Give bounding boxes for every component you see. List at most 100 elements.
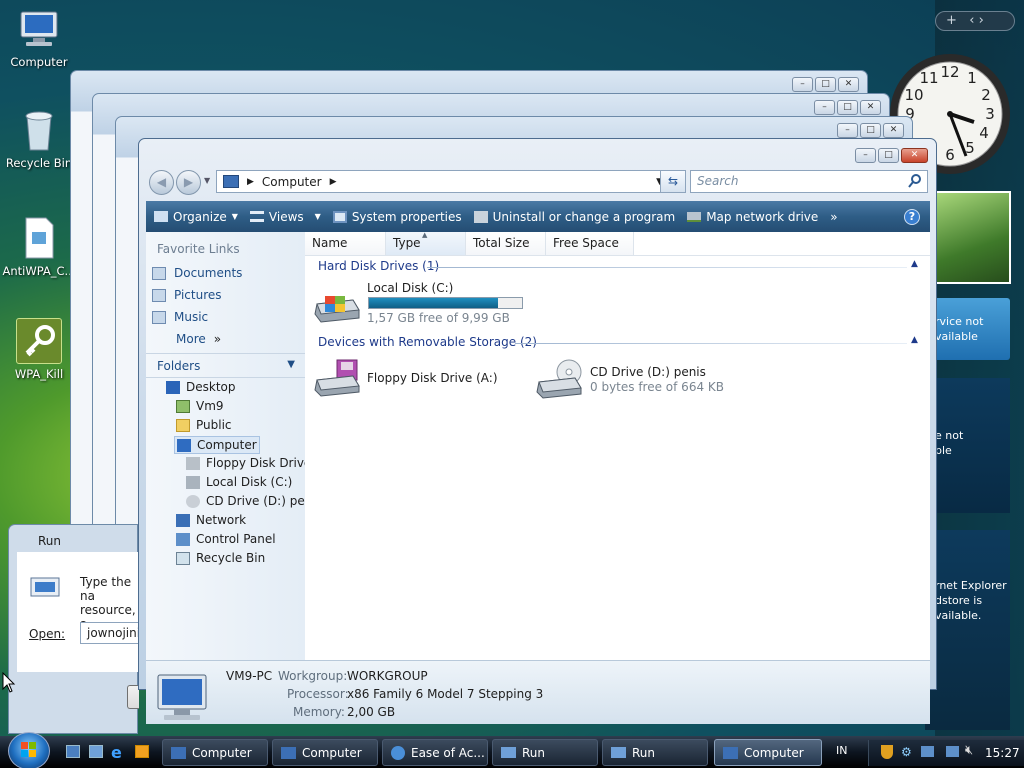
tree-item-recycle-bin[interactable]: Recycle Bin: [176, 551, 265, 565]
network-status-icon[interactable]: [946, 746, 959, 757]
hard-disk-drive-icon: [314, 296, 360, 323]
drive-local-disk-c[interactable]: Local Disk (C:) 1,57 GB free of 9,99 GB: [313, 281, 543, 328]
collapse-group-icon[interactable]: ▲: [911, 259, 918, 269]
quicklaunch-show-desktop[interactable]: [66, 745, 80, 758]
favorite-link-pictures[interactable]: Pictures: [152, 288, 222, 302]
close-icon[interactable]: ✕: [838, 77, 859, 92]
drive-name: Floppy Disk Drive (A:): [367, 371, 498, 385]
taskbar-button-run[interactable]: Run: [602, 739, 708, 766]
maximize-icon[interactable]: □: [878, 148, 899, 163]
views-button[interactable]: Views ▼: [244, 201, 327, 232]
minimize-icon[interactable]: –: [837, 123, 858, 138]
network-tray-icon[interactable]: ⚙: [901, 745, 912, 759]
breadcrumb-computer[interactable]: Computer: [262, 175, 322, 189]
search-input[interactable]: Search: [690, 170, 928, 193]
folders-header[interactable]: Folders ▼: [146, 353, 305, 378]
close-icon[interactable]: ✕: [883, 123, 904, 138]
map-drive-label: Map network drive: [706, 209, 819, 224]
gadget-text: dstore is: [935, 594, 983, 607]
clock[interactable]: 15:27: [985, 746, 1020, 760]
tree-item-label: Network: [196, 513, 247, 527]
toolbar-overflow-button[interactable]: »: [824, 201, 843, 232]
breadcrumb-separator-icon[interactable]: ▶: [330, 177, 337, 187]
minimize-icon[interactable]: –: [855, 148, 876, 163]
quicklaunch-media-player[interactable]: [135, 745, 149, 758]
taskbar-button-computer[interactable]: Computer: [272, 739, 378, 766]
uninstall-program-button[interactable]: Uninstall or change a program: [468, 201, 682, 232]
drive-cd-d[interactable]: CD Drive (D:) penis 0 bytes free of 664 …: [535, 358, 765, 402]
computer-icon: [16, 6, 62, 52]
close-icon[interactable]: ✕: [901, 148, 928, 163]
quicklaunch-switch-windows[interactable]: [89, 745, 103, 758]
more-links-button[interactable]: More »: [176, 332, 221, 346]
taskbar-button-computer-active[interactable]: Computer: [714, 739, 822, 766]
taskbar-button-ease-of-access[interactable]: Ease of Ac...: [382, 739, 488, 766]
minimize-icon[interactable]: –: [814, 100, 835, 115]
recent-pages-chevron-icon[interactable]: ▼: [204, 176, 210, 185]
sort-arrow-icon: ▲: [422, 231, 428, 239]
photo-gadget[interactable]: [935, 191, 1011, 284]
desktop-icon-wpa-kill[interactable]: WPA_Kill: [1, 318, 77, 381]
forward-button[interactable]: ▶: [176, 170, 201, 195]
tree-item-local-disk[interactable]: Local Disk (C:): [186, 475, 292, 489]
tree-item-desktop[interactable]: Desktop: [166, 380, 236, 394]
maximize-icon[interactable]: □: [837, 100, 858, 115]
run-dialog[interactable]: Run Type the naresource, a Open: jownoji…: [8, 524, 139, 734]
tree-item-cd-drive[interactable]: CD Drive (D:) peni: [186, 494, 316, 508]
breadcrumb-separator-icon[interactable]: ▶: [247, 177, 254, 187]
taskbar-button-run[interactable]: Run: [492, 739, 598, 766]
user-folder-icon: [176, 399, 190, 413]
tree-item-network[interactable]: Network: [176, 513, 246, 527]
collapse-group-icon[interactable]: ▲: [911, 335, 918, 345]
refresh-button[interactable]: ⇆: [660, 170, 686, 193]
tree-item-computer[interactable]: Computer: [174, 436, 260, 454]
column-header-total-size[interactable]: Total Size: [466, 232, 546, 255]
system-properties-button[interactable]: System properties: [327, 201, 468, 232]
tree-item-public[interactable]: Public: [176, 418, 232, 432]
organize-button[interactable]: Organize ▼: [146, 201, 244, 232]
tree-item-floppy[interactable]: Floppy Disk Drive: [186, 456, 311, 470]
security-shield-icon[interactable]: [881, 745, 893, 759]
search-icon[interactable]: [908, 174, 922, 191]
group-header-removable[interactable]: Devices with Removable Storage (2): [318, 335, 537, 349]
close-icon[interactable]: ✕: [860, 100, 881, 115]
task-label: Run: [522, 745, 546, 760]
favorite-link-music[interactable]: Music: [152, 310, 208, 324]
folder-icon: [176, 418, 190, 432]
tree-item-vm9[interactable]: Vm9: [176, 399, 224, 413]
floppy-disk-drive-icon: [314, 359, 360, 397]
hard-disk-icon: [186, 475, 200, 489]
taskbar-button-computer[interactable]: Computer: [162, 739, 268, 766]
gadget-text: rvice not: [935, 315, 984, 328]
desktop-icon-antiwpa[interactable]: AntiWPA_C...: [1, 215, 77, 278]
run-open-input[interactable]: jownojiniv: [80, 622, 139, 644]
maximize-icon[interactable]: □: [860, 123, 881, 138]
desktop-icon-recycle-bin[interactable]: Recycle Bin: [1, 107, 77, 170]
folders-title: Folders: [157, 359, 201, 373]
display-tray-icon[interactable]: [921, 746, 934, 757]
back-button[interactable]: ◀: [149, 170, 174, 195]
drive-floppy-a[interactable]: Floppy Disk Drive (A:): [313, 358, 513, 402]
computer-icon: [281, 746, 296, 759]
sidebar-controls[interactable]: + ‹ ›: [935, 11, 1015, 31]
volume-muted-icon[interactable]: 🔇︎: [965, 743, 973, 758]
run-title: Run: [38, 534, 62, 548]
column-header-name[interactable]: Name: [305, 232, 386, 255]
minimize-icon[interactable]: –: [792, 77, 813, 92]
processor-value: x86 Family 6 Model 7 Stepping 3: [347, 687, 544, 701]
desktop-icon-computer[interactable]: Computer: [1, 6, 77, 69]
group-header-hard-disk[interactable]: Hard Disk Drives (1): [318, 259, 439, 273]
quicklaunch-internet-explorer[interactable]: e: [111, 743, 122, 762]
task-label: Ease of Ac...: [411, 745, 485, 760]
column-header-free-space[interactable]: Free Space: [546, 232, 634, 255]
address-bar[interactable]: ▶ Computer ▶ ▼: [216, 170, 686, 193]
start-button[interactable]: [8, 732, 50, 768]
maximize-icon[interactable]: □: [815, 77, 836, 92]
group-divider: [427, 267, 907, 268]
help-button[interactable]: ?: [898, 201, 930, 232]
tree-item-control-panel[interactable]: Control Panel: [176, 532, 276, 546]
language-indicator[interactable]: IN: [836, 744, 847, 757]
map-network-drive-button[interactable]: Map network drive: [681, 201, 824, 232]
favorite-link-documents[interactable]: Documents: [152, 266, 242, 280]
cd-drive-icon: [186, 494, 200, 508]
